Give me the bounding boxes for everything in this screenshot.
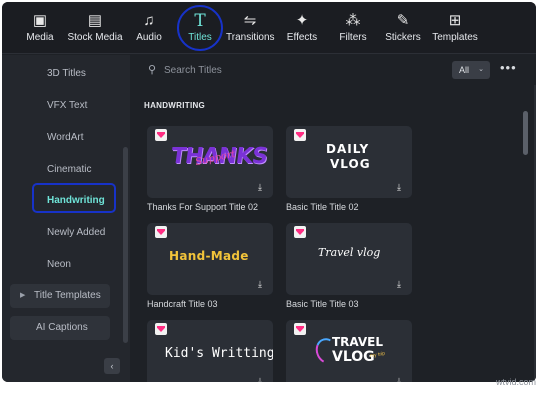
card-preview-text: Kid's Writting — [165, 346, 273, 361]
panel-divider — [534, 85, 536, 382]
sidebar-item-3d-titles[interactable]: 3D Titles — [2, 61, 120, 87]
card-title: Thanks For Support Title 02 — [147, 202, 259, 212]
stickers-icon: ✎ — [396, 12, 410, 29]
card-title: Basic Title Title 03 — [286, 299, 359, 309]
card-preview-text: Hand-Made — [169, 249, 249, 263]
music-note-icon: ♫ — [143, 12, 155, 29]
search-input[interactable] — [164, 62, 414, 78]
toolbar-templates[interactable]: ⊞ Templates — [430, 10, 480, 54]
title-card-thanks-support[interactable]: THANKS Support ⤓ — [147, 126, 273, 198]
handwriting-highlight-box — [32, 183, 116, 213]
title-templates-button[interactable]: ▶ Title Templates — [10, 284, 110, 308]
toolbar-effects[interactable]: ✦ Effects — [282, 10, 322, 54]
ai-captions-button[interactable]: AI Captions — [10, 316, 110, 340]
sidebar-item-neon[interactable]: Neon — [2, 252, 120, 278]
card-preview-text: Travel vlog — [318, 246, 381, 259]
card-preview-text: TRAVEL — [332, 335, 384, 349]
sidebar-scrollbar[interactable] — [123, 147, 128, 343]
premium-gem-icon — [155, 226, 167, 238]
premium-gem-icon — [294, 129, 306, 141]
card-title: Basic Title Title 02 — [286, 202, 359, 212]
title-card-daily-vlog[interactable]: DAILY VLOG ⤓ — [286, 126, 412, 198]
title-card-travel-vlog[interactable]: Travel vlog ⤓ — [286, 223, 412, 295]
titles-browser: ⚲ All ⌄ ••• HANDWRITING THANKS Support ⤓… — [130, 55, 536, 382]
expand-arrow-icon: ▶ — [20, 292, 26, 299]
download-icon[interactable]: ⤓ — [392, 180, 406, 194]
sidebar-item-cinematic[interactable]: Cinematic — [2, 157, 120, 183]
download-icon[interactable]: ⤓ — [253, 180, 267, 194]
premium-gem-icon — [155, 129, 167, 141]
card-preview-subtext: my trip — [369, 350, 386, 360]
title-card-kids-writing[interactable]: Kid's Writting ⤓ — [147, 320, 273, 382]
stock-media-icon: ▤ — [87, 12, 103, 29]
download-icon[interactable]: ⤓ — [392, 277, 406, 291]
toolbar-audio[interactable]: ♫ Audio — [130, 10, 168, 54]
card-title: Handcraft Title 03 — [147, 299, 218, 309]
filter-dropdown[interactable]: All ⌄ — [452, 61, 490, 79]
top-toolbar: ▣ Media ▤ Stock Media ♫ Audio T Titles ⇋… — [2, 2, 536, 54]
download-icon[interactable]: ⤓ — [392, 374, 406, 382]
toolbar-filters[interactable]: ⁂ Filters — [334, 10, 372, 54]
download-icon[interactable]: ⤓ — [253, 374, 267, 382]
title-card-hand-made[interactable]: Hand-Made ⤓ — [147, 223, 273, 295]
toolbar-media[interactable]: ▣ Media — [20, 10, 60, 54]
download-icon[interactable]: ⤓ — [253, 277, 267, 291]
templates-grid-icon: ⊞ — [448, 12, 462, 29]
category-sidebar: 3D Titles VFX Text WordArt Cinematic Han… — [2, 55, 130, 382]
sidebar-item-newly-added[interactable]: Newly Added — [2, 220, 120, 246]
sidebar-item-vfx-text[interactable]: VFX Text — [2, 93, 120, 119]
toolbar-stickers[interactable]: ✎ Stickers — [383, 10, 423, 54]
transitions-arrows-icon: ⇋ — [243, 12, 257, 29]
toolbar-stock-media[interactable]: ▤ Stock Media — [65, 10, 125, 54]
card-preview-text: VLOG — [332, 349, 375, 365]
premium-gem-icon — [294, 323, 306, 335]
media-icon: ▣ — [32, 12, 48, 29]
more-options-icon[interactable]: ••• — [500, 60, 517, 75]
titles-highlight-ring — [177, 5, 223, 51]
title-card-travel-vlog-2[interactable]: TRAVEL VLOG my trip ⤓ — [286, 320, 412, 382]
effects-sparkle-icon: ✦ — [295, 12, 309, 29]
app-window: ▣ Media ▤ Stock Media ♫ Audio T Titles ⇋… — [2, 2, 536, 382]
premium-gem-icon — [294, 226, 306, 238]
watermark-text: wtvid.com — [496, 377, 537, 387]
card-preview-text: DAILY — [326, 142, 370, 156]
card-preview-text: VLOG — [330, 157, 371, 171]
content-scrollbar[interactable] — [523, 111, 528, 155]
search-bar: ⚲ All ⌄ ••• — [130, 55, 536, 85]
premium-gem-icon — [155, 323, 167, 335]
section-title: HANDWRITING — [144, 101, 206, 110]
search-icon: ⚲ — [148, 64, 157, 76]
toolbar-transitions[interactable]: ⇋ Transitions — [226, 10, 275, 54]
collapse-sidebar-icon[interactable]: ‹ — [104, 358, 120, 374]
sidebar-item-wordart[interactable]: WordArt — [2, 125, 120, 151]
chevron-down-icon: ⌄ — [478, 66, 484, 73]
filters-dots-icon: ⁂ — [345, 12, 361, 29]
